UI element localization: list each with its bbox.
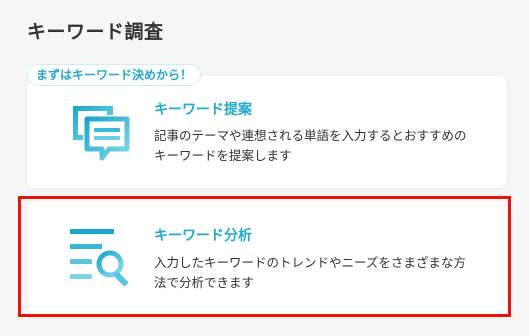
keyword-analysis-title[interactable]: キーワード分析	[154, 226, 252, 246]
chat-bubbles-icon	[73, 106, 130, 161]
keyword-suggestion-description: 記事のテーマや連想される単語を入力するとおすすめのキーワードを提案します	[154, 128, 467, 163]
start-here-badge: まずはキーワード決めから！	[27, 64, 202, 86]
keyword-suggestion-title[interactable]: キーワード提案	[154, 100, 252, 120]
keyword-analysis-description: 入力したキーワードのトレンドやニーズをさまざまな方法で分析できます	[154, 255, 466, 290]
page-title: キーワード調査	[27, 21, 164, 43]
search-list-icon	[70, 229, 128, 286]
